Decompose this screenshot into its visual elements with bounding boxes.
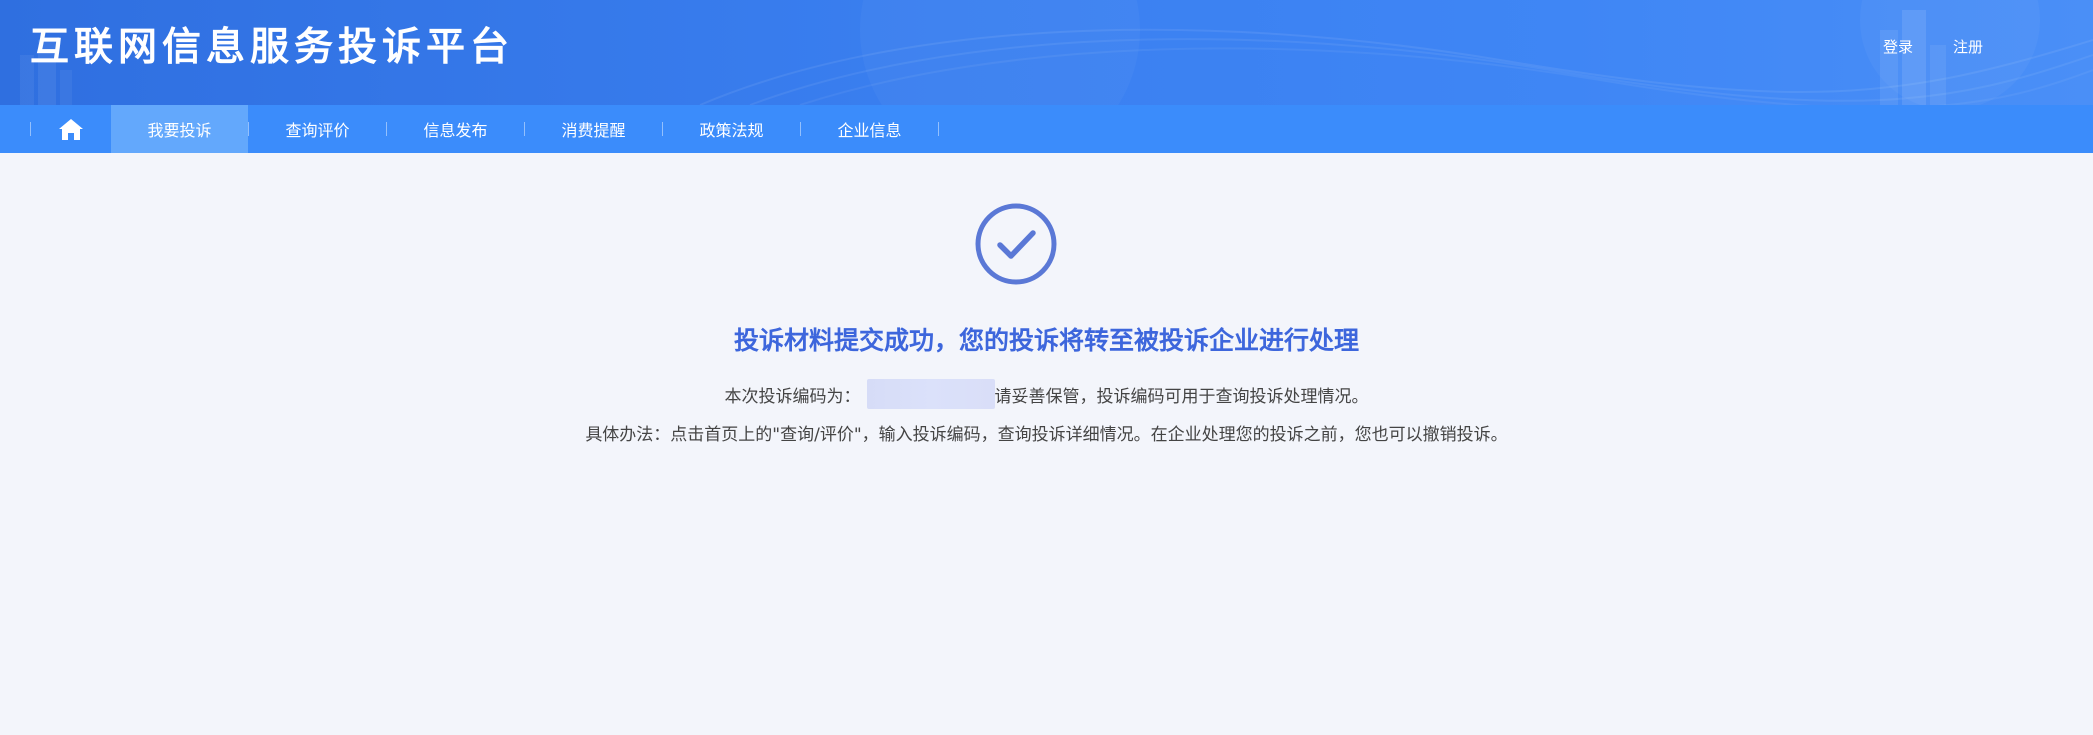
nav-item-query[interactable]: 查询评价 bbox=[249, 105, 386, 153]
auth-links: 登录 注册 bbox=[1883, 36, 1983, 57]
site-header: 互联网信息服务投诉平台 登录 注册 bbox=[0, 0, 2093, 105]
code-prefix: 本次投诉编码为： bbox=[724, 386, 861, 407]
register-link[interactable]: 注册 bbox=[1953, 36, 1983, 57]
nav-item-policy[interactable]: 政策法规 bbox=[663, 105, 800, 153]
nav-separator bbox=[938, 122, 939, 136]
complaint-code-line: 本次投诉编码为： 请妥善保管，投诉编码可用于查询投诉处理情况。 bbox=[0, 379, 2093, 409]
success-indicator bbox=[975, 203, 1057, 285]
main-nav: 我要投诉 查询评价 信息发布 消费提醒 政策法规 企业信息 bbox=[0, 105, 2093, 153]
home-icon bbox=[59, 119, 83, 140]
nav-item-info[interactable]: 信息发布 bbox=[387, 105, 524, 153]
instructions-text: 具体办法：点击首页上的"查询/评价"，输入投诉编码，查询投诉详细情况。在企业处理… bbox=[585, 425, 1508, 445]
nav-item-alerts[interactable]: 消费提醒 bbox=[525, 105, 662, 153]
login-link[interactable]: 登录 bbox=[1883, 36, 1913, 57]
nav-home[interactable] bbox=[31, 105, 111, 153]
site-title: 互联网信息服务投诉平台 bbox=[30, 25, 515, 70]
check-circle-icon bbox=[975, 203, 1057, 285]
complaint-code-redacted bbox=[866, 379, 995, 409]
nav-item-complaint[interactable]: 我要投诉 bbox=[111, 105, 248, 153]
nav-item-company[interactable]: 企业信息 bbox=[801, 105, 938, 153]
result-panel: 投诉材料提交成功，您的投诉将转至被投诉企业进行处理 本次投诉编码为： 请妥善保管… bbox=[0, 153, 2093, 735]
code-suffix: 请妥善保管，投诉编码可用于查询投诉处理情况。 bbox=[994, 386, 1369, 407]
success-title: 投诉材料提交成功，您的投诉将转至被投诉企业进行处理 bbox=[733, 326, 1359, 355]
